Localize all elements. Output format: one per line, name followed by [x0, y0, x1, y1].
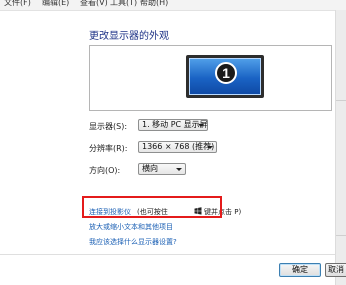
ok-button[interactable]: 确定: [279, 263, 321, 277]
monitor-number-badge: 1: [215, 62, 237, 84]
monitor-screen: 1: [189, 58, 261, 95]
chevron-down-icon: [198, 124, 204, 127]
menu-edit[interactable]: 编辑(E): [42, 0, 69, 8]
text-size-link[interactable]: 放大或缩小文本和其他项目: [89, 222, 173, 232]
display-label: 显示器(S):: [89, 122, 128, 131]
chevron-down-icon: [207, 146, 213, 149]
footer-divider: [0, 254, 335, 255]
menu-view[interactable]: 查看(V): [80, 0, 108, 8]
menu-file[interactable]: 文件(F): [4, 0, 31, 8]
display-settings-help-link[interactable]: 我应该选择什么显示器设置?: [89, 237, 177, 247]
resolution-label: 分辨率(R):: [89, 144, 128, 153]
orientation-label: 方向(O):: [89, 166, 121, 175]
monitor-icon[interactable]: 1: [186, 55, 264, 98]
menu-bar: 文件(F) 编辑(E) 查看(V) 工具(T) 帮助(H): [0, 0, 346, 11]
resolution-dropdown[interactable]: 1366 × 768 (推荐): [138, 141, 217, 153]
edge-line: [336, 235, 346, 236]
orientation-dropdown[interactable]: 横向: [138, 163, 186, 175]
red-highlight-box: [82, 196, 222, 218]
resolution-dropdown-value: 1366 × 768 (推荐): [142, 142, 215, 151]
cancel-button[interactable]: 取消: [325, 263, 346, 277]
edge-line: [336, 100, 346, 101]
orientation-dropdown-value: 横向: [142, 164, 158, 173]
screen-resolution-window: 文件(F) 编辑(E) 查看(V) 工具(T) 帮助(H) 更改显示器的外观 1…: [0, 0, 346, 285]
menu-tools[interactable]: 工具(T): [110, 0, 137, 8]
display-dropdown[interactable]: 1. 移动 PC 显示屏: [138, 119, 208, 131]
chevron-down-icon: [176, 168, 182, 171]
page-title: 更改显示器的外观: [89, 31, 169, 42]
menu-help[interactable]: 帮助(H): [140, 0, 168, 8]
right-window-edge: [335, 10, 346, 285]
